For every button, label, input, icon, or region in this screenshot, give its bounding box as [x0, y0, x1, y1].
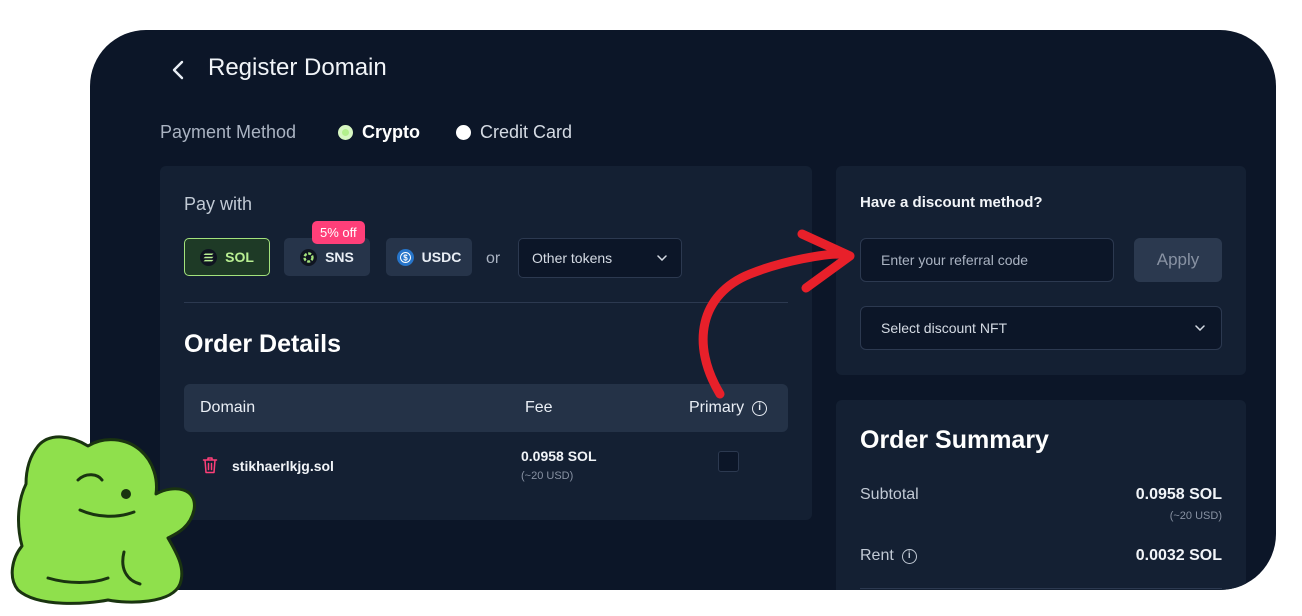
token-usdc-button[interactable]: $ USDC [386, 238, 472, 276]
divider [860, 588, 1222, 589]
payment-option-credit-card[interactable]: Credit Card [456, 122, 572, 143]
order-summary-panel: Order Summary Subtotal 0.0958 SOL (~20 U… [836, 400, 1246, 590]
sns-icon [300, 248, 318, 266]
other-tokens-label: Other tokens [532, 250, 613, 266]
fee-value: 0.0958 SOL [521, 448, 597, 464]
info-icon[interactable]: i [901, 548, 917, 564]
referral-code-input[interactable] [860, 238, 1114, 282]
column-header-domain: Domain [200, 399, 256, 416]
apply-button[interactable]: Apply [1134, 238, 1222, 282]
divider [184, 302, 788, 303]
subtotal-usd-value: (~20 USD) [1169, 510, 1222, 522]
discount-title: Have a discount method? [860, 194, 1043, 211]
svg-text:$: $ [403, 253, 408, 262]
primary-checkbox[interactable] [718, 451, 739, 472]
chevron-left-icon[interactable] [166, 56, 190, 84]
trash-icon[interactable] [202, 456, 218, 474]
usdc-icon: $ [396, 248, 414, 266]
table-row: stikhaerlkjg.sol 0.0958 SOL (~20 USD) [184, 444, 788, 504]
payment-option-label: Credit Card [480, 122, 573, 142]
subtotal-value: 0.0958 SOL [1135, 486, 1222, 503]
discount-badge: 5% off [312, 221, 365, 244]
token-label: SNS [325, 249, 354, 265]
or-text: or [486, 250, 501, 267]
token-label: USDC [421, 249, 462, 265]
order-summary-title: Order Summary [860, 426, 1049, 454]
domain-name: stikhaerlkjg.sol [232, 458, 334, 474]
chevron-down-icon [1195, 325, 1205, 331]
payment-option-label: Crypto [362, 122, 420, 142]
column-header-primary-label: Primary [689, 399, 745, 416]
sol-icon [200, 248, 218, 266]
register-domain-window: Register Domain Payment Method Crypto Cr… [90, 30, 1276, 590]
info-icon[interactable]: i [752, 400, 768, 416]
other-tokens-select[interactable]: Other tokens [518, 238, 682, 278]
column-header-primary: Primary i [689, 399, 768, 417]
payment-method-label: Payment Method [160, 122, 297, 142]
token-sol-button[interactable]: SOL [184, 238, 270, 276]
rent-label: Rent [860, 547, 894, 564]
order-details-title: Order Details [184, 330, 342, 358]
payment-panel: Pay with SOL SNS 5% off $ USDC or Other … [160, 166, 812, 520]
radio-unselected-icon [456, 125, 471, 140]
token-label: SOL [225, 249, 254, 265]
radio-selected-icon [338, 125, 353, 140]
subtotal-label: Subtotal [860, 486, 919, 503]
payment-option-crypto[interactable]: Crypto [338, 122, 420, 143]
order-table-header: Domain Fee Primary i [184, 384, 788, 432]
fee-usd-value: (~20 USD) [521, 470, 574, 482]
column-header-fee: Fee [525, 399, 553, 416]
discount-nft-select[interactable]: Select discount NFT [860, 306, 1222, 350]
rent-label-group: Rent i [860, 547, 917, 565]
chevron-down-icon [657, 255, 667, 261]
page-title: Register Domain [208, 54, 387, 81]
discount-nft-label: Select discount NFT [881, 320, 1008, 336]
pay-with-label: Pay with [184, 194, 253, 214]
rent-value: 0.0032 SOL [1135, 547, 1222, 564]
discount-panel: Have a discount method? Apply Select dis… [836, 166, 1246, 375]
